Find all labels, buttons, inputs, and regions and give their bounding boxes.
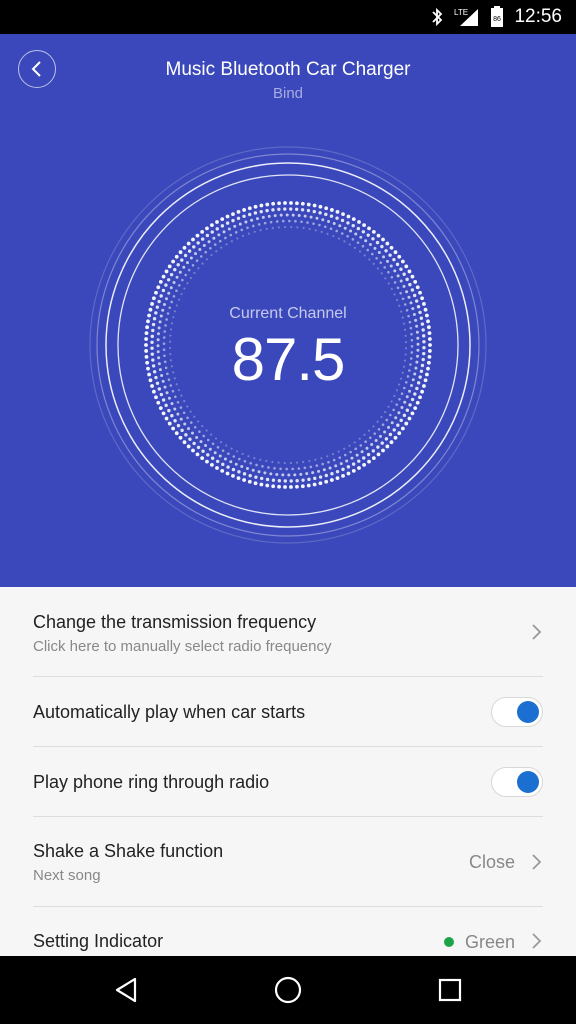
- toggle-knob: [517, 771, 539, 793]
- channel-value: 87.5: [231, 326, 346, 393]
- network-type: LTE: [454, 8, 468, 17]
- status-bar: LTE 86 12:56: [0, 0, 576, 34]
- chevron-right-icon: [532, 624, 542, 640]
- channel-hero: Music Bluetooth Car Charger Bind Current…: [0, 34, 576, 587]
- row-title: Change the transmission frequency: [33, 612, 317, 632]
- auto-play-toggle[interactable]: [491, 697, 543, 727]
- row-title: Shake a Shake function: [33, 841, 224, 861]
- indicator-value: Green: [464, 932, 515, 952]
- home-circle-icon: [274, 976, 302, 1004]
- recents-square-icon: [438, 978, 462, 1002]
- status-icons: LTE 86 12:56: [430, 0, 562, 34]
- shake-value: Close: [468, 852, 515, 872]
- nav-recents-button[interactable]: [432, 974, 468, 1006]
- phone-ring-toggle[interactable]: [491, 767, 543, 797]
- row-title: Automatically play when car starts: [33, 702, 306, 722]
- nav-home-button[interactable]: [270, 974, 306, 1006]
- status-time: 12:56: [514, 6, 562, 27]
- settings-list: Change the transmission frequency Click …: [0, 587, 576, 956]
- battery-level: 86: [494, 16, 502, 23]
- chevron-right-icon: [532, 854, 542, 870]
- row-subtitle: Click here to manually select radio freq…: [33, 638, 332, 655]
- battery-icon: 86: [491, 6, 504, 27]
- row-phone-ring: Play phone ring through radio: [33, 747, 543, 817]
- row-title: Play phone ring through radio: [33, 772, 270, 792]
- chevron-right-icon: [532, 933, 542, 949]
- row-title: Setting Indicator: [33, 931, 164, 951]
- row-shake-function[interactable]: Shake a Shake function Next song Close: [33, 817, 543, 907]
- row-transmission-frequency[interactable]: Change the transmission frequency Click …: [33, 587, 543, 677]
- indicator-color-dot: [444, 937, 454, 947]
- row-auto-play: Automatically play when car starts: [33, 677, 543, 747]
- row-subtitle: Next song: [33, 867, 101, 884]
- back-triangle-icon: [115, 977, 137, 1003]
- row-setting-indicator[interactable]: Setting Indicator Green: [33, 907, 543, 956]
- navigation-bar: [0, 956, 576, 1024]
- channel-label: Current Channel: [229, 305, 347, 322]
- signal-icon: LTE: [454, 8, 479, 26]
- toggle-knob: [517, 701, 539, 723]
- bluetooth-icon: [432, 7, 443, 27]
- nav-back-button[interactable]: [108, 974, 144, 1006]
